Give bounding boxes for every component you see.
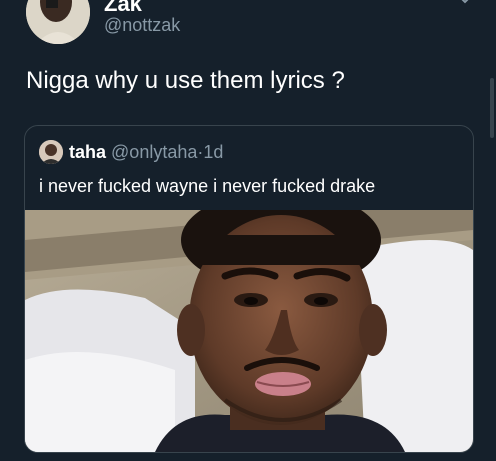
quoted-author-avatar[interactable] [39, 140, 63, 164]
author-handle[interactable]: @nottzak [104, 14, 180, 36]
chevron-down-icon[interactable] [456, 0, 474, 6]
author-avatar-image [26, 0, 90, 44]
quoted-tweet-text: i never fucked wayne i never fucked drak… [39, 176, 376, 196]
quoted-tweet-time[interactable]: 1d [203, 142, 223, 162]
quoted-tweet-card[interactable]: taha @onlytaha·1d i never fucked wayne i… [24, 125, 474, 453]
author-avatar[interactable] [26, 0, 90, 44]
scrollbar[interactable] [490, 78, 494, 138]
quoted-tweet-photo[interactable] [25, 210, 473, 452]
quoted-tweet-meta: taha @onlytaha·1d [69, 140, 223, 164]
selfie-photo [25, 210, 473, 452]
quoted-avatar-image [39, 140, 63, 164]
tweet-text: Nigga why u use them lyrics ? [26, 67, 345, 94]
quoted-author-name[interactable]: taha [69, 142, 106, 162]
tweet-view: Zak @nottzak Nigga why u use them lyrics… [0, 0, 496, 461]
quoted-author-handle[interactable]: @onlytaha [111, 142, 197, 162]
